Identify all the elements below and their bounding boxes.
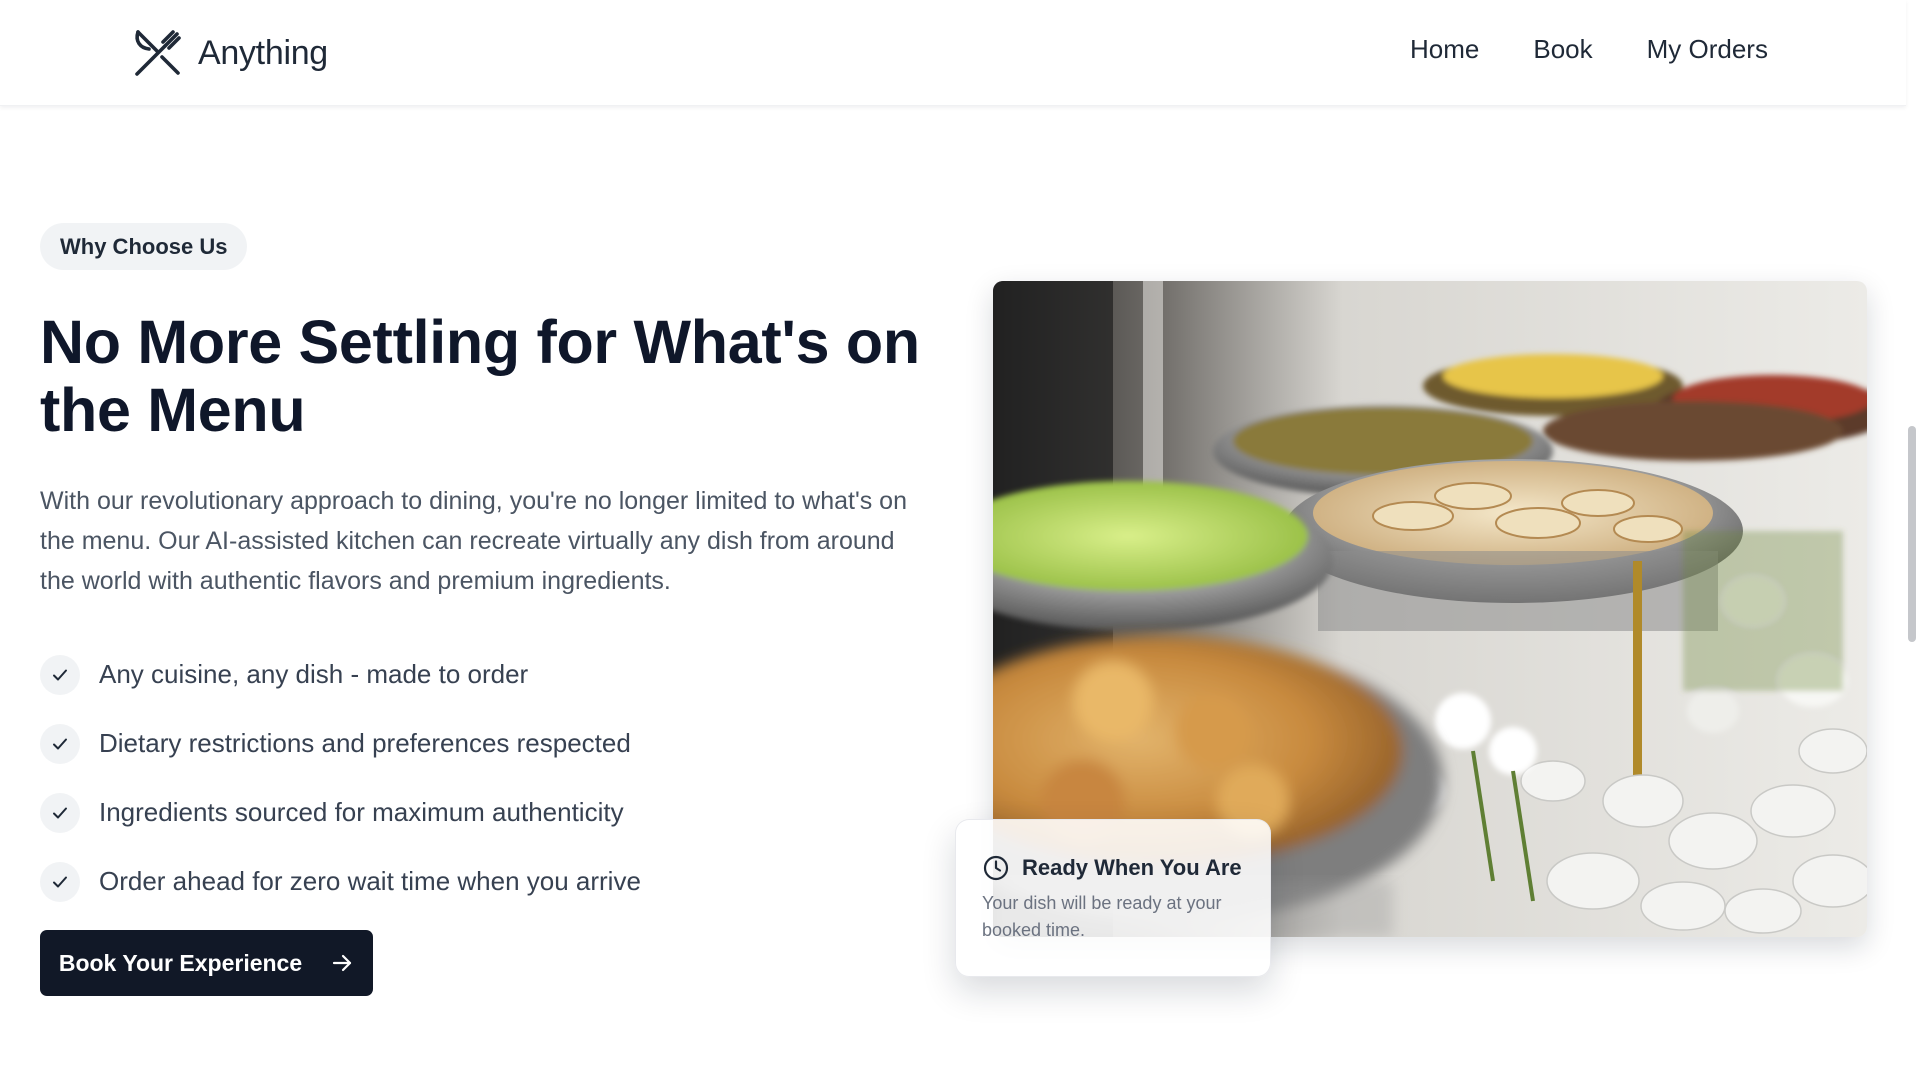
nav-link-book[interactable]: Book: [1533, 34, 1592, 65]
top-navbar: Anything Home Book My Orders: [0, 0, 1906, 106]
arrow-right-icon: [333, 954, 352, 972]
info-card-header: Ready When You Are: [982, 854, 1244, 882]
feature-item: Dietary restrictions and preferences res…: [40, 709, 641, 778]
feature-item: Ingredients sourced for maximum authenti…: [40, 778, 641, 847]
feature-list: Any cuisine, any dish - made to order Di…: [40, 640, 641, 916]
check-icon: [40, 861, 80, 902]
brand-logo-link[interactable]: Anything: [132, 27, 328, 79]
nav-link-home[interactable]: Home: [1410, 34, 1479, 65]
check-icon: [40, 792, 80, 833]
section-badge: Why Choose Us: [40, 223, 248, 270]
check-icon: [40, 723, 80, 764]
brand-name: Anything: [198, 33, 328, 72]
feature-item: Any cuisine, any dish - made to order: [40, 640, 641, 709]
main-nav: Home Book My Orders: [1410, 34, 1768, 65]
book-experience-button[interactable]: Book Your Experience: [40, 930, 373, 996]
feature-text: Any cuisine, any dish - made to order: [99, 659, 529, 689]
feature-text: Order ahead for zero wait time when you …: [99, 866, 641, 896]
clock-icon: [983, 855, 1009, 881]
feature-text: Ingredients sourced for maximum authenti…: [99, 797, 624, 827]
feature-item: Order ahead for zero wait time when you …: [40, 847, 641, 916]
page-scrollbar[interactable]: [1908, 426, 1916, 642]
info-card-description: Your dish will be ready at your booked t…: [982, 893, 1222, 940]
fork-knife-icon: [135, 30, 181, 76]
ready-info-card: Ready When You Are Your dish will be rea…: [955, 819, 1271, 977]
section-headline: No More Settling for What's on the Menu: [40, 308, 920, 444]
nav-link-my-orders[interactable]: My Orders: [1647, 34, 1768, 65]
info-card-title: Ready When You Are: [1022, 855, 1242, 880]
check-icon: [40, 654, 80, 695]
feature-text: Dietary restrictions and preferences res…: [99, 728, 631, 758]
book-experience-label: Book Your Experience: [58, 949, 303, 976]
section-description: With our revolutionary approach to dinin…: [40, 487, 907, 595]
